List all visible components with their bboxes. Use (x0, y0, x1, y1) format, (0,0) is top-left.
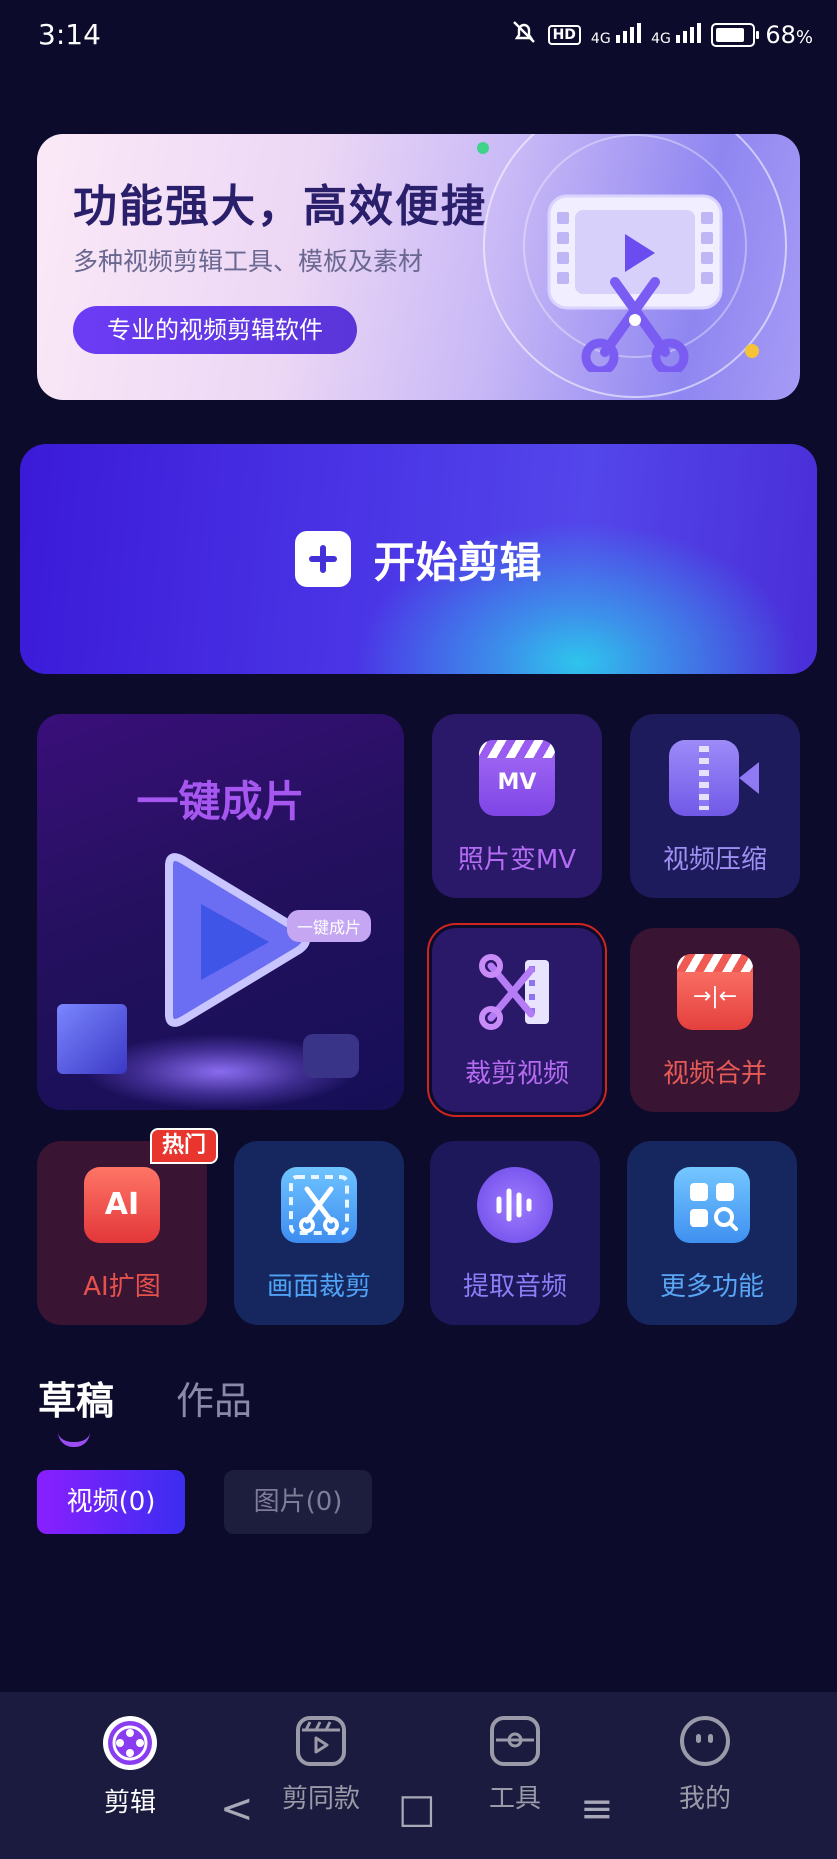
plus-icon (295, 531, 352, 587)
battery-percent: 68% (765, 21, 813, 49)
toolbox-icon (490, 1716, 540, 1766)
ai-expand-icon: AI (84, 1167, 160, 1243)
filter-video-chip[interactable]: 视频(0) (37, 1470, 185, 1534)
cube-decor (57, 1004, 127, 1074)
nav-item-mine[interactable]: 我的 (645, 1716, 765, 1815)
tab-active-indicator (58, 1432, 90, 1447)
nav-label-mine: 我的 (678, 1784, 731, 1814)
photo-to-mv-label: 照片变MV (457, 845, 577, 875)
one-click-video-card[interactable]: 一键成片 一键成片 (37, 714, 404, 1110)
tab-works[interactable]: 作品 (176, 1370, 252, 1425)
banner-tag-button[interactable]: 专业的视频剪辑软件 (73, 306, 357, 354)
crop-video-label: 裁剪视频 (464, 1059, 569, 1089)
play-triangle-icon (149, 852, 319, 1036)
bottom-nav: 剪辑 剪同款 工具 我的 (0, 1692, 837, 1859)
one-click-sticker: 一键成片 (287, 910, 372, 942)
more-features-label: 更多功能 (659, 1272, 764, 1302)
banner-title: 功能强大，高效便捷 (73, 181, 487, 232)
mute-bell-icon (510, 18, 538, 52)
photo-to-mv-tile[interactable]: MV 照片变MV (432, 714, 602, 898)
start-edit-label: 开始剪辑 (373, 537, 542, 587)
frame-crop-tile[interactable]: 画面裁剪 (234, 1141, 404, 1325)
clapper-play-icon (296, 1716, 346, 1766)
film-reel-icon (103, 1716, 157, 1770)
system-menu-button[interactable]: ≡ (580, 1786, 614, 1832)
extract-audio-tile[interactable]: 提取音频 (430, 1141, 600, 1325)
frame-scissors-icon (281, 1167, 357, 1243)
start-edit-button[interactable]: 开始剪辑 (20, 444, 817, 674)
banner-dot-green (477, 142, 489, 154)
video-merge-label: 视频合并 (662, 1059, 767, 1089)
merge-clapper-icon: →|← (677, 954, 753, 1030)
nav-label-templates: 剪同款 (281, 1784, 360, 1814)
video-merge-tile[interactable]: →|← 视频合并 (630, 928, 800, 1112)
camera-decor (303, 1034, 359, 1078)
system-home-button[interactable]: □ (398, 1786, 436, 1832)
banner-subtitle: 多种视频剪辑工具、模板及素材 (73, 247, 424, 276)
frame-crop-label: 画面裁剪 (266, 1272, 371, 1302)
hot-badge: 热门 (150, 1128, 219, 1164)
status-icons: HD 4G 4G 68% (510, 18, 813, 52)
filter-image-chip[interactable]: 图片(0) (224, 1470, 372, 1534)
nav-item-edit[interactable]: 剪辑 (70, 1716, 190, 1819)
one-click-title: 一键成片 (136, 777, 305, 826)
nav-item-templates[interactable]: 剪同款 (261, 1716, 381, 1815)
hd-badge: HD (547, 25, 581, 45)
ai-expand-tile[interactable]: AI AI扩图 (37, 1141, 207, 1325)
system-back-button[interactable]: < (220, 1786, 254, 1832)
more-features-tile[interactable]: 更多功能 (627, 1141, 797, 1325)
face-icon (680, 1716, 730, 1766)
scissors-film-icon (479, 954, 555, 1030)
video-scissors-icon (545, 192, 725, 376)
banner-dot-yellow (745, 344, 759, 358)
video-compress-label: 视频压缩 (662, 845, 767, 875)
nav-label-tools: 工具 (488, 1784, 541, 1814)
zip-camera-icon (669, 740, 759, 816)
signal-icon: 4G (591, 23, 642, 47)
nav-item-tools[interactable]: 工具 (455, 1716, 575, 1815)
signal-icon-2: 4G (651, 23, 702, 47)
battery-icon (711, 23, 760, 47)
promo-banner[interactable]: 功能强大，高效便捷 多种视频剪辑工具、模板及素材 专业的视频剪辑软件 (37, 134, 800, 400)
video-compress-tile[interactable]: 视频压缩 (630, 714, 800, 898)
nav-label-edit: 剪辑 (103, 1788, 156, 1818)
mv-clapper-icon: MV (479, 740, 555, 816)
status-time: 3:14 (38, 18, 101, 51)
ai-expand-label: AI扩图 (83, 1272, 161, 1302)
grid-search-icon (674, 1167, 750, 1243)
tab-draft[interactable]: 草稿 (38, 1370, 114, 1425)
audio-wave-icon (477, 1167, 553, 1243)
extract-audio-label: 提取音频 (462, 1272, 567, 1302)
crop-video-tile[interactable]: 裁剪视频 (427, 923, 607, 1117)
